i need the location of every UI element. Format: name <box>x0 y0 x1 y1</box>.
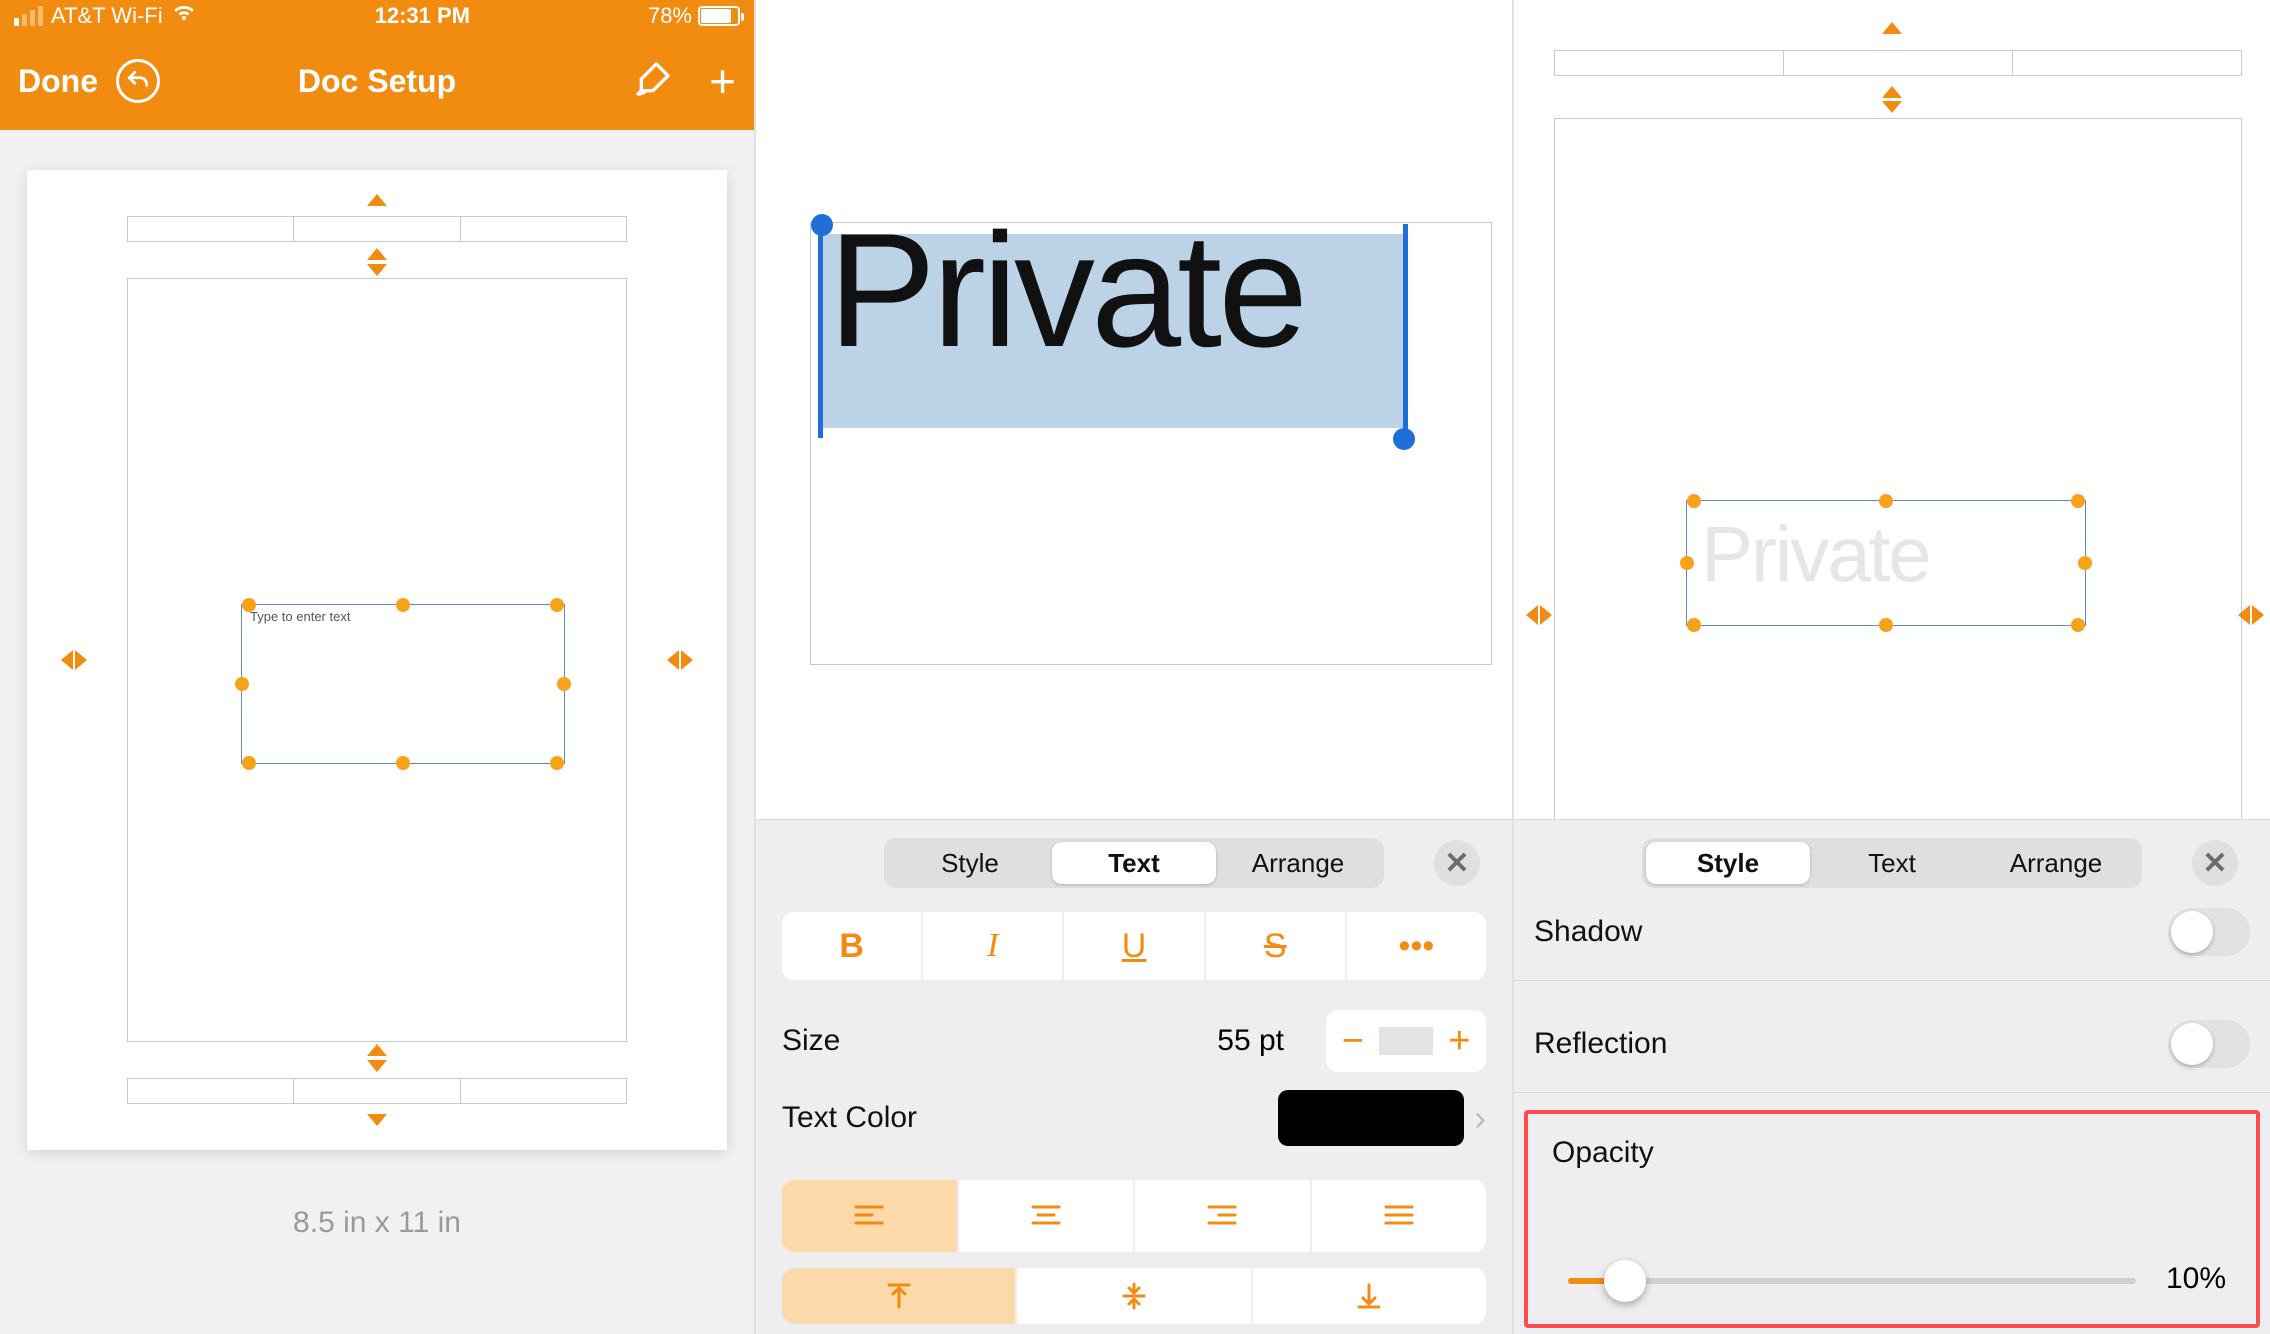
valign-bottom-button[interactable] <box>1253 1268 1486 1324</box>
document-page[interactable]: Type to enter text <box>27 170 727 1150</box>
page-dimensions: 8.5 in x 11 in <box>293 1206 461 1240</box>
tab-text[interactable]: Text <box>1052 842 1216 884</box>
battery-icon <box>698 6 740 26</box>
text-color-label: Text Color <box>782 1101 917 1135</box>
format-tabs: Style Text Arrange <box>1642 838 2142 888</box>
shadow-toggle[interactable] <box>2168 908 2250 956</box>
toolbar: Done Doc Setup + <box>0 32 754 130</box>
strike-button[interactable]: S <box>1206 912 1347 980</box>
panel-text-format: Private Style Text Arrange ✕ B I U S •••… <box>756 0 1514 1334</box>
tab-arrange[interactable]: Arrange <box>1974 842 2138 884</box>
text-box[interactable]: Type to enter text <box>241 604 565 764</box>
page-frame <box>1554 118 2242 820</box>
add-button[interactable]: + <box>709 54 736 108</box>
clock-label: 12:31 PM <box>375 3 470 29</box>
document-canvas[interactable]: Private <box>1514 0 2270 820</box>
size-value: 55 pt <box>1217 1024 1284 1058</box>
done-button[interactable]: Done <box>18 63 98 100</box>
shadow-label: Shadow <box>1534 915 1642 949</box>
align-left-button[interactable] <box>782 1180 959 1252</box>
format-tabs: Style Text Arrange <box>884 838 1384 888</box>
watermark-text[interactable]: Private <box>828 198 1304 384</box>
close-button[interactable]: ✕ <box>2192 840 2238 886</box>
text-style-toolbar: B I U S ••• <box>782 912 1486 980</box>
margin-left-handle[interactable] <box>61 650 87 670</box>
header-tabs[interactable] <box>127 216 627 242</box>
chevron-right-icon[interactable]: › <box>1474 1097 1486 1139</box>
margin-handle-icon[interactable] <box>367 1044 387 1072</box>
italic-button[interactable]: I <box>923 912 1064 980</box>
size-label: Size <box>782 1024 840 1058</box>
status-bar: AT&T Wi-Fi 12:31 PM 78% <box>0 0 754 32</box>
margin-arrow-icon <box>367 194 387 206</box>
watermark-text: Private <box>1701 509 1930 600</box>
header-tabs[interactable] <box>1554 50 2242 76</box>
tab-style[interactable]: Style <box>1646 842 1810 884</box>
margin-handle-icon[interactable] <box>367 248 387 276</box>
tab-style[interactable]: Style <box>888 842 1052 884</box>
underline-button[interactable]: U <box>1064 912 1205 980</box>
valign-top-button[interactable] <box>782 1268 1017 1324</box>
document-canvas[interactable]: Private <box>756 0 1512 820</box>
cell-signal-icon <box>14 6 43 26</box>
valign-toolbar <box>782 1268 1486 1324</box>
panel-style-opacity: Private Style Text Arrange ✕ Shadow Refl… <box>1514 0 2270 1334</box>
tab-text[interactable]: Text <box>1810 842 1974 884</box>
opacity-slider[interactable] <box>1568 1278 2136 1284</box>
slider-thumb[interactable] <box>1604 1260 1646 1302</box>
size-increase-button[interactable]: + <box>1433 1020 1486 1063</box>
format-sheet: Style Text Arrange ✕ Shadow Reflection O… <box>1514 820 2270 1334</box>
opacity-highlight: Opacity 10% <box>1524 1110 2260 1328</box>
margin-handle-icon[interactable] <box>1882 86 1902 113</box>
bold-button[interactable]: B <box>782 912 923 980</box>
undo-button[interactable] <box>116 59 160 103</box>
margin-right-handle[interactable] <box>667 650 693 670</box>
wifi-icon <box>171 3 197 29</box>
reflection-toggle[interactable] <box>2168 1020 2250 1068</box>
margin-right-handle[interactable] <box>2238 605 2264 625</box>
close-button[interactable]: ✕ <box>1434 840 1480 886</box>
align-justify-button[interactable] <box>1312 1180 1487 1252</box>
reflection-label: Reflection <box>1534 1027 1667 1061</box>
carrier-label: AT&T Wi-Fi <box>51 3 163 29</box>
margin-arrow-icon <box>1882 22 1902 34</box>
toolbar-title: Doc Setup <box>298 63 456 100</box>
battery-label: 78% <box>648 3 692 29</box>
tab-arrange[interactable]: Arrange <box>1216 842 1380 884</box>
more-options-button[interactable]: ••• <box>1347 912 1486 980</box>
format-sheet: Style Text Arrange ✕ B I U S ••• Size 55… <box>756 820 1512 1334</box>
align-right-button[interactable] <box>1135 1180 1312 1252</box>
panel-doc-setup: AT&T Wi-Fi 12:31 PM 78% Done Doc Setup <box>0 0 756 1334</box>
opacity-value: 10% <box>2166 1262 2226 1296</box>
valign-middle-button[interactable] <box>1017 1268 1252 1324</box>
size-decrease-button[interactable]: − <box>1326 1020 1379 1063</box>
selection-handle-icon[interactable] <box>1393 428 1415 450</box>
align-toolbar <box>782 1180 1486 1252</box>
text-box[interactable]: Private <box>1686 500 2086 626</box>
align-center-button[interactable] <box>959 1180 1136 1252</box>
brush-button[interactable] <box>633 59 673 104</box>
size-stepper: − + <box>1326 1010 1486 1072</box>
margin-arrow-icon <box>367 1114 387 1126</box>
opacity-label: Opacity <box>1552 1136 1654 1170</box>
footer-tabs[interactable] <box>127 1078 627 1104</box>
text-color-swatch[interactable] <box>1278 1090 1464 1146</box>
margin-left-handle[interactable] <box>1526 605 1552 625</box>
